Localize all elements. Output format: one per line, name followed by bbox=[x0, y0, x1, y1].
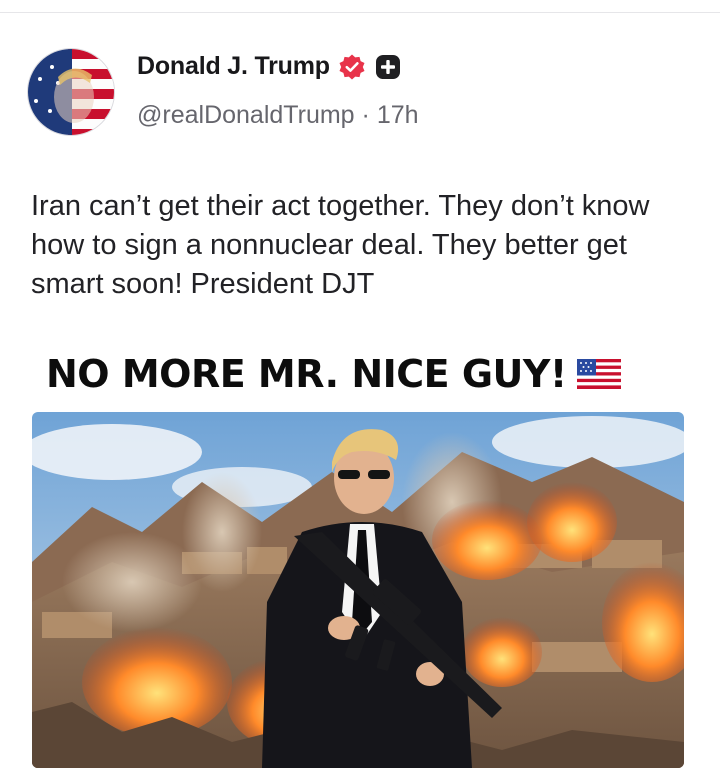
author-handle[interactable]: @realDonaldTrump bbox=[137, 101, 355, 129]
image-headline-row: NO MORE MR. NICE GUY! bbox=[46, 352, 621, 396]
plus-badge-icon bbox=[375, 54, 400, 79]
us-flag-icon bbox=[576, 359, 621, 389]
post-time[interactable]: 17h bbox=[377, 101, 419, 129]
avatar[interactable] bbox=[28, 49, 114, 135]
separator-dot: · bbox=[361, 101, 370, 129]
post-image[interactable] bbox=[32, 412, 684, 768]
top-divider bbox=[0, 12, 720, 13]
handle-line: @realDonaldTrump · 17h bbox=[137, 101, 419, 130]
author-line: Donald J. Trump bbox=[137, 52, 402, 81]
verified-icon bbox=[339, 54, 365, 79]
image-headline: NO MORE MR. NICE GUY! bbox=[46, 352, 567, 396]
post-text: Iran can’t get their act together. They … bbox=[31, 190, 650, 300]
author-name[interactable]: Donald J. Trump bbox=[137, 52, 330, 81]
